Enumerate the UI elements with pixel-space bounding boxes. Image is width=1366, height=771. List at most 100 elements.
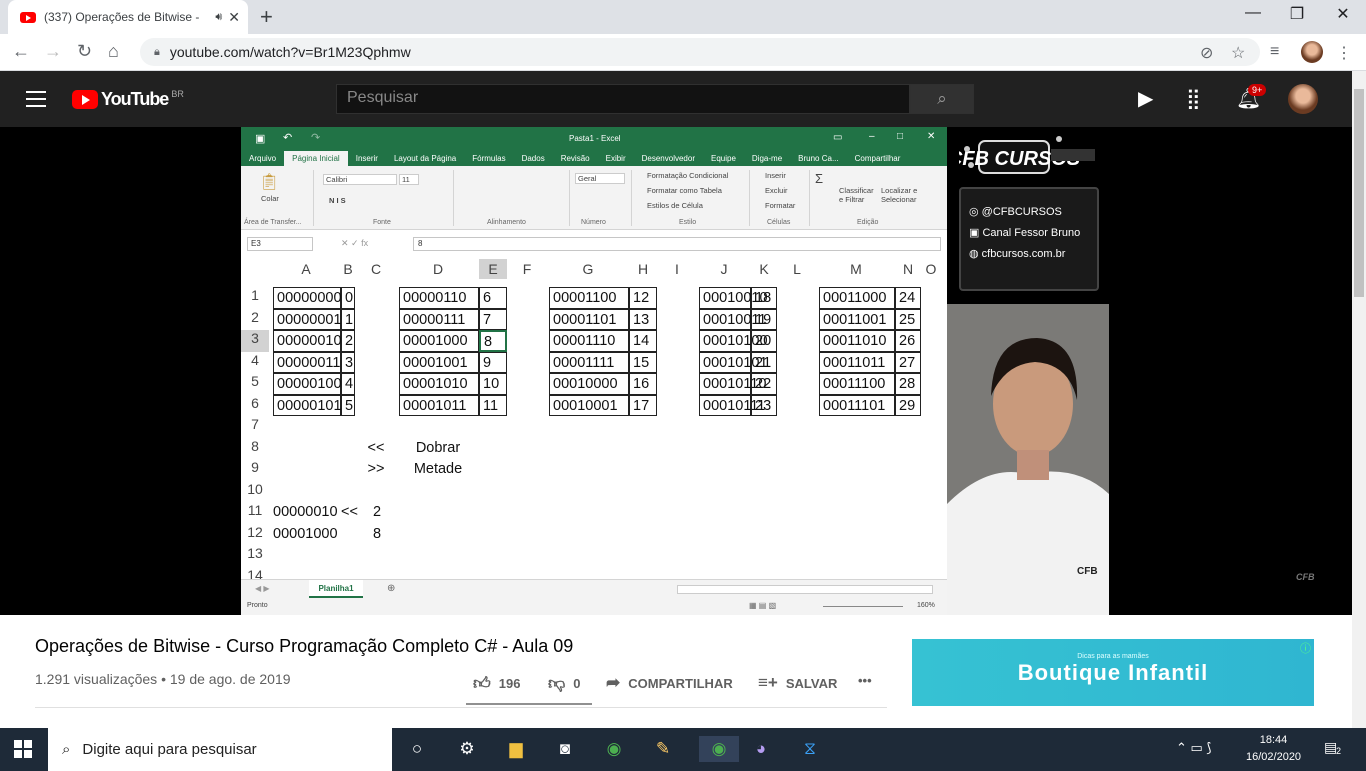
share-button[interactable]: ➦ COMPARTILHAR [606,673,733,693]
scrollbar-thumb[interactable] [1354,89,1364,297]
name-box: E3 [247,237,313,251]
binary-cell: 00011001 [819,308,895,330]
more-actions-button[interactable]: ••• [858,673,872,688]
binary-cell: 00000111 [399,308,479,330]
half-label: Metade [413,461,463,477]
apps-grid-icon[interactable]: ⣿ [1186,86,1201,111]
chrome-icon[interactable]: ◉ [601,736,627,762]
date: 16/02/2020 [1246,751,1302,763]
binary-cell: 00010100 [699,330,768,352]
binary-cell: 00000010 [273,330,342,352]
column-header: M [817,259,895,279]
youtube-logo[interactable]: YouTube BR [72,89,184,110]
binary-cell: 00001001 [399,351,479,373]
time: 18:44 [1259,734,1288,746]
like-count: 196 [498,676,521,691]
vscode-icon[interactable]: ⧖ [797,736,823,762]
close-window-button[interactable]: ✕ [1320,4,1366,24]
tell-me: Diga-me [751,154,783,163]
paste-label: Colar [261,194,279,203]
decimal-cell: 18 [751,287,777,309]
browser-tab[interactable]: (337) Operações de Bitwise - 🔊︎ ✕ [8,0,248,34]
excel-window: ▣ ↶ ↷ Pasta1 - Excel ▭ – □ ✕ Arquivo Pág… [241,127,947,615]
binary-cell: 00000101 [273,394,342,416]
decimal-cell: 8 [479,330,507,352]
page-scrollbar[interactable] [1352,71,1366,728]
decimal-cell: 28 [895,373,921,395]
task-view-icon[interactable]: ○ [404,736,430,762]
bookmark-star-icon[interactable]: ☆ [1231,43,1245,63]
row-header: 9 [251,459,259,475]
tab-pagina-inicial: Página Inicial [284,151,348,166]
chrome-active-icon[interactable]: ◉ [699,736,739,762]
like-button[interactable]: 👍︎ 196 [473,673,520,694]
watermark-logo: CFB [1296,572,1315,582]
forward-button[interactable]: → [44,41,62,62]
channel-branding: CFB CURSOS ◎ @CFBCURSOS ▣ Canal Fessor B… [947,127,1109,304]
windows-start-icon[interactable] [14,740,32,758]
group-cells: Células [767,219,791,226]
restore-button[interactable]: ❐ [1274,4,1320,24]
column-header: K [751,259,777,279]
tab-formulas: Fórmulas [472,154,506,163]
search-button[interactable]: ⌕ [910,84,974,114]
sheet-nav-icon: ◀ ▶ [255,584,270,593]
ad-banner[interactable]: Dicas para as mamães Boutique Infantil [912,639,1314,706]
avatar[interactable] [1288,84,1318,114]
back-button[interactable]: ← [12,41,30,62]
tab-layout: Layout da Página [393,154,457,163]
decimal-cell: 14 [629,330,657,352]
ad-info-icon[interactable]: ⓘ [1300,640,1311,656]
shift-amount-cell: 2 [373,504,382,520]
playlist-add-icon: ≡+ [758,673,778,692]
reload-button[interactable]: ↻ [77,41,92,62]
tab-equipe: Equipe [711,154,736,163]
home-button[interactable]: ⌂ [108,41,119,62]
decimal-cell: 26 [895,330,921,352]
column-header: O [921,259,941,279]
group-alignment: Alinhamento [487,219,526,226]
binary-cell: 00011101 [819,394,895,416]
thumbs-down-icon: 👎︎ [548,674,566,693]
system-tray-icons[interactable]: ⌃ ▭ ⟆ [1176,740,1211,756]
taskbar-search-input[interactable]: ⌕ Digite aqui para pesquisar [48,728,392,771]
view-count: 1.291 visualizações [35,671,158,687]
media-control-icon[interactable]: ≡ [1270,43,1279,61]
file-explorer-icon[interactable]: ▆ [503,736,529,762]
close-tab-icon[interactable]: ✕ [228,9,240,26]
hamburger-menu-icon[interactable] [26,91,46,112]
camera-app-icon[interactable]: ◙ [552,736,578,762]
create-video-icon[interactable]: ▶︎ [1138,86,1153,111]
settings-gear-icon[interactable]: ⚙︎ [454,736,480,762]
binary-cell: 00001011 [399,394,479,416]
camera-blocked-icon[interactable]: ⊘ [1200,43,1213,63]
decimal-cell: 19 [751,308,777,330]
row-header: 2 [251,308,259,325]
binary-cell: 00010111 [699,394,765,416]
dislike-button[interactable]: 👎︎ 0 [548,673,581,694]
facebook-page: ▣ Canal Fessor Bruno [969,227,1081,239]
video-meta: 1.291 visualizações • 19 de ago. de 2019 [35,671,291,687]
binary-cell: 00001101 [549,308,629,330]
app-purple-icon[interactable]: ◕ [748,736,774,762]
save-button[interactable]: ≡+ SALVAR [758,673,837,693]
search-icon: ⌕ [937,89,947,108]
clock[interactable]: 18:44 16/02/2020 [1246,732,1301,766]
new-tab-button[interactable]: + [260,4,273,30]
lock-icon: 🔒︎ [154,45,160,58]
ad-subtitle: Dicas para as mamães [1077,653,1149,660]
cell-styles: Estilos de Célula [647,201,703,210]
address-bar[interactable]: 🔒︎ youtube.com/watch?v=Br1M23Qphmw [140,38,1260,66]
url-text: youtube.com/watch?v=Br1M23Qphmw [169,44,411,60]
minimize-button[interactable]: — [1230,4,1276,22]
menu-icon[interactable]: ⋮ [1336,43,1352,63]
decimal-cell: 11 [479,394,507,416]
decimal-cell: 17 [629,394,657,416]
paint-icon[interactable]: ✎ [650,736,676,762]
profile-avatar[interactable] [1301,41,1323,63]
binary-cell: 00011010 [819,330,895,352]
search-input[interactable]: Pesquisar [336,84,910,114]
speaker-icon[interactable]: 🔊︎ [215,11,222,24]
dislike-count: 0 [573,676,581,691]
maximize-icon: □ [897,131,904,142]
